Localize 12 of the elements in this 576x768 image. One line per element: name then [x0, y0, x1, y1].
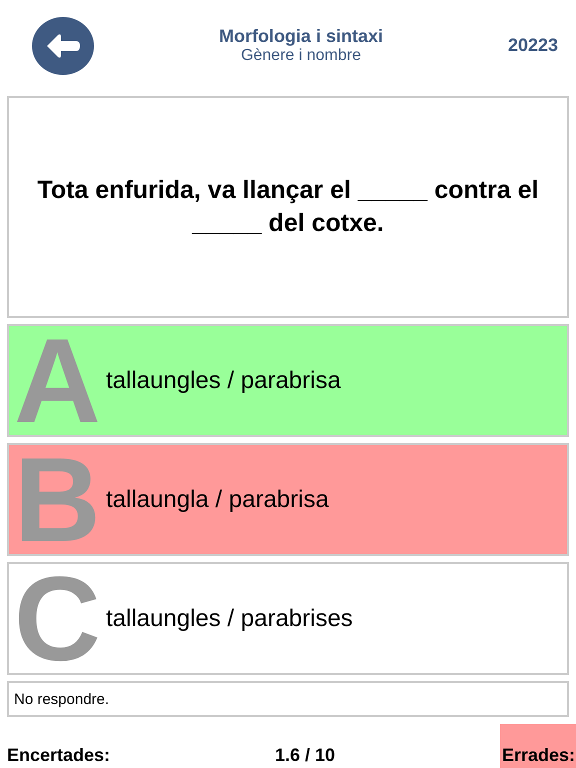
correct-label: Encertades:: [7, 745, 110, 767]
back-button[interactable]: [32, 17, 94, 75]
option-letter: A: [14, 330, 100, 430]
header-subtitle: Gènere i nombre: [240, 46, 362, 64]
header-title: Morfologia i sintaxi: [218, 26, 384, 46]
question-text: Tota enfurida, va llançar el _____ contra el _____ del cotxe.: [36, 175, 540, 239]
wrong-label: Errades:: [500, 724, 576, 768]
progress-text: 1.6 / 10: [274, 745, 336, 767]
option-letter: C: [14, 568, 100, 668]
skip-option[interactable]: No respondre.: [7, 681, 569, 717]
score-code: 20223: [508, 34, 558, 56]
option-letter: B: [14, 450, 100, 550]
